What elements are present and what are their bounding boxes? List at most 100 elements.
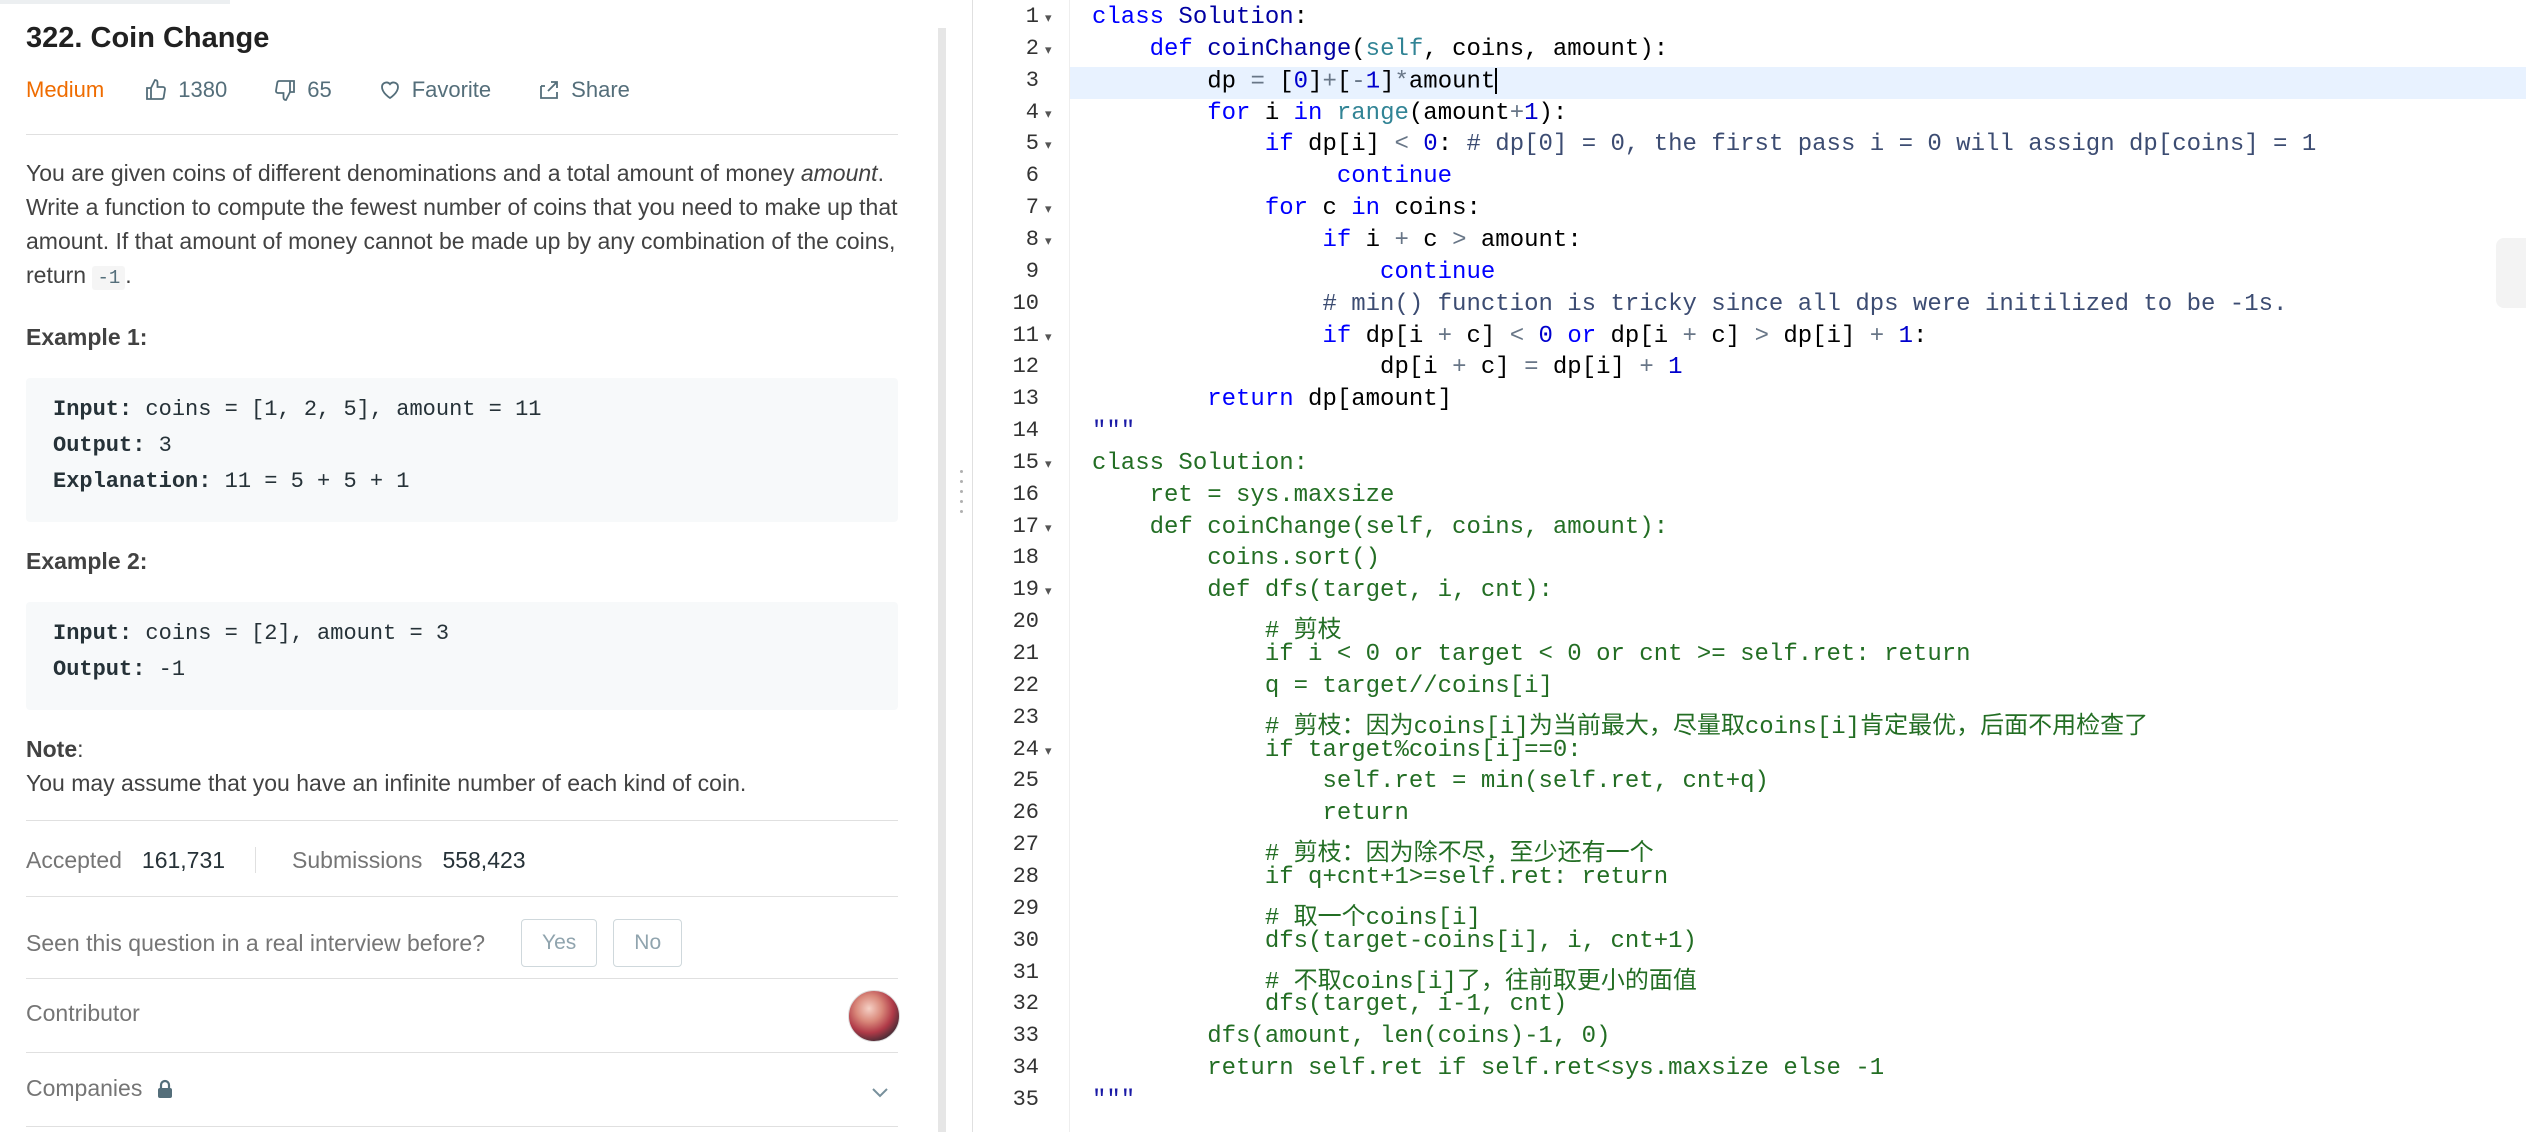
accepted-value: 161,731	[141, 846, 226, 873]
like-button[interactable]: 1380	[144, 77, 227, 103]
code-line[interactable]: # 剪枝：因为coins[i]为当前最大，尽量取coins[i]肯定最优，后面不…	[1092, 705, 2148, 741]
code-token: if i < 0 or target < 0 or cnt >= self.re…	[1092, 641, 1971, 668]
line-number: 27	[1012, 832, 1039, 858]
chevron-down-icon[interactable]	[868, 1080, 892, 1104]
code-line[interactable]: """	[1092, 418, 1135, 445]
code-token: 0	[1538, 322, 1553, 350]
code-line[interactable]: if q+cnt+1>=self.ret: return	[1092, 864, 1668, 891]
code-line[interactable]: dfs(target-coins[i], i, cnt+1)	[1092, 928, 1697, 955]
code-token: class	[1092, 4, 1165, 31]
code-token: -	[1351, 68, 1366, 96]
example-2-label: Example 2:	[26, 548, 148, 574]
fold-arrow-icon[interactable]: ▾	[1045, 201, 1052, 217]
fold-arrow-icon[interactable]: ▾	[1045, 583, 1052, 599]
code-line[interactable]: if dp[i + c] < 0 or dp[i + c] > dp[i] + …	[1092, 323, 1927, 350]
side-panel-tab[interactable]	[2496, 238, 2526, 308]
line-number: 11	[1012, 322, 1039, 348]
code-line[interactable]: continue	[1092, 163, 1452, 190]
code-line[interactable]: q = target//coins[i]	[1092, 673, 1553, 700]
fold-arrow-icon[interactable]: ▾	[1045, 456, 1052, 472]
yes-button[interactable]: Yes	[521, 919, 598, 967]
line-number: 25	[1012, 768, 1039, 794]
code-line[interactable]: if dp[i] < 0: # dp[0] = 0, the first pas…	[1092, 131, 2316, 158]
code-token: =	[1524, 354, 1539, 382]
companies-row[interactable]: Companies	[26, 1075, 174, 1102]
avatar[interactable]	[848, 990, 900, 1042]
line-number: 4	[1025, 99, 1039, 125]
code-line[interactable]: coins.sort()	[1092, 545, 1380, 572]
code-line[interactable]: return self.ret if self.ret<sys.maxsize …	[1092, 1055, 1884, 1082]
code-line[interactable]: # 剪枝	[1092, 609, 1342, 645]
fold-arrow-icon[interactable]: ▾	[1045, 743, 1052, 759]
code-line[interactable]: continue	[1092, 259, 1495, 286]
code-line[interactable]: dfs(amount, len(coins)-1, 0)	[1092, 1023, 1610, 1050]
code-line[interactable]: # 不取coins[i]了，往前取更小的面值	[1092, 960, 1697, 996]
line-number-gutter: 1 ▾ 2 ▾ 3 4 ▾ 5 ▾ 6 7 ▾ 8 ▾ 9 10 11 ▾ 12 13 14 15 ▾ 16 17 ▾ 18 19 ▾ 2…	[973, 0, 1070, 1132]
code-line[interactable]: for c in coins:	[1092, 195, 1481, 222]
pane-resizer[interactable]	[946, 0, 972, 1132]
code-line[interactable]: def coinChange(self, coins, amount):	[1092, 514, 1668, 541]
code-token: :	[1913, 322, 1928, 350]
favorite-button[interactable]: Favorite	[378, 77, 491, 103]
code-line[interactable]: if i < 0 or target < 0 or cnt >= self.re…	[1092, 641, 1971, 668]
input-value: coins = [1, 2, 5], amount = 11	[132, 397, 542, 422]
accepted-label: Accepted	[26, 846, 122, 873]
code-line[interactable]: def dfs(target, i, cnt):	[1092, 577, 1553, 604]
code-token: return	[1207, 386, 1294, 414]
input-value: coins = [2], amount = 3	[132, 621, 450, 646]
code-line[interactable]: if target%coins[i]==0:	[1092, 737, 1582, 764]
code-token: 1	[1524, 99, 1539, 127]
code-token: +	[1452, 354, 1467, 382]
fold-arrow-icon[interactable]: ▾	[1045, 329, 1052, 345]
code-line[interactable]: class Solution:	[1092, 450, 1308, 477]
description-scrollbar[interactable]	[938, 28, 946, 1132]
code-token: +	[1509, 99, 1525, 127]
code-line[interactable]: ret = sys.maxsize	[1092, 482, 1395, 509]
code-line[interactable]: dfs(target, i-1, cnt)	[1092, 991, 1567, 1018]
code-line[interactable]: for i in range(amount+1):	[1092, 100, 1567, 127]
resize-handle-icon[interactable]	[960, 470, 963, 520]
share-icon	[540, 81, 559, 99]
output-value: 3	[145, 433, 172, 458]
code-token: self	[1365, 35, 1424, 63]
code-line[interactable]: # min() function is tricky since all dps…	[1092, 291, 2287, 318]
code-token: +	[1682, 322, 1697, 350]
stats-row: Accepted 161,731 Submissions 558,423	[26, 842, 556, 878]
fold-arrow-icon[interactable]: ▾	[1045, 137, 1052, 153]
code-editor[interactable]: 1 ▾ 2 ▾ 3 4 ▾ 5 ▾ 6 7 ▾ 8 ▾ 9 10 11 ▾ 12 13 14 15 ▾ 16 17 ▾ 18 19 ▾ 2…	[972, 0, 2526, 1132]
code-line[interactable]: def coinChange(self, coins, amount):	[1092, 35, 1669, 63]
code-line[interactable]: return dp[amount]	[1092, 386, 1452, 413]
code-token: 1	[1365, 68, 1381, 96]
dislike-button[interactable]: 65	[273, 77, 332, 103]
code-token: # min() function is tricky since all dps…	[1322, 290, 2288, 318]
code-token: dp	[1092, 68, 1251, 96]
code-token: if	[1264, 131, 1294, 159]
no-button[interactable]: No	[613, 919, 683, 967]
code-line[interactable]: # 剪枝：因为除不尽，至少还有一个	[1092, 832, 1654, 868]
fold-arrow-icon[interactable]: ▾	[1045, 106, 1052, 122]
fold-arrow-icon[interactable]: ▾	[1045, 520, 1052, 536]
code-token: >	[1452, 226, 1467, 254]
code-line[interactable]: # 取一个coins[i]	[1092, 896, 1481, 932]
code-token: def dfs(target, i, cnt):	[1092, 577, 1553, 605]
fold-arrow-icon[interactable]: ▾	[1045, 10, 1052, 26]
fold-arrow-icon[interactable]: ▾	[1045, 42, 1052, 58]
lock-icon	[158, 1079, 173, 1098]
code-line[interactable]: return	[1092, 800, 1408, 827]
code-line[interactable]: dp[i + c] = dp[i] + 1	[1092, 354, 1682, 382]
line-number: 16	[1012, 481, 1039, 507]
code-line[interactable]: if i + c > amount:	[1092, 226, 1581, 254]
line-number: 10	[1012, 290, 1039, 316]
code-line[interactable]: dp = [0]+[-1]*amount	[1092, 67, 1498, 96]
output-value: -1	[145, 657, 186, 682]
code-line[interactable]: class Solution:	[1092, 4, 1308, 31]
fold-arrow-icon[interactable]: ▾	[1045, 233, 1052, 249]
code-line[interactable]: self.ret = min(self.ret, cnt+q)	[1092, 768, 1768, 795]
code-line[interactable]: """	[1092, 1087, 1135, 1114]
share-button[interactable]: Share	[537, 77, 630, 103]
thumbs-up-icon	[146, 79, 167, 100]
